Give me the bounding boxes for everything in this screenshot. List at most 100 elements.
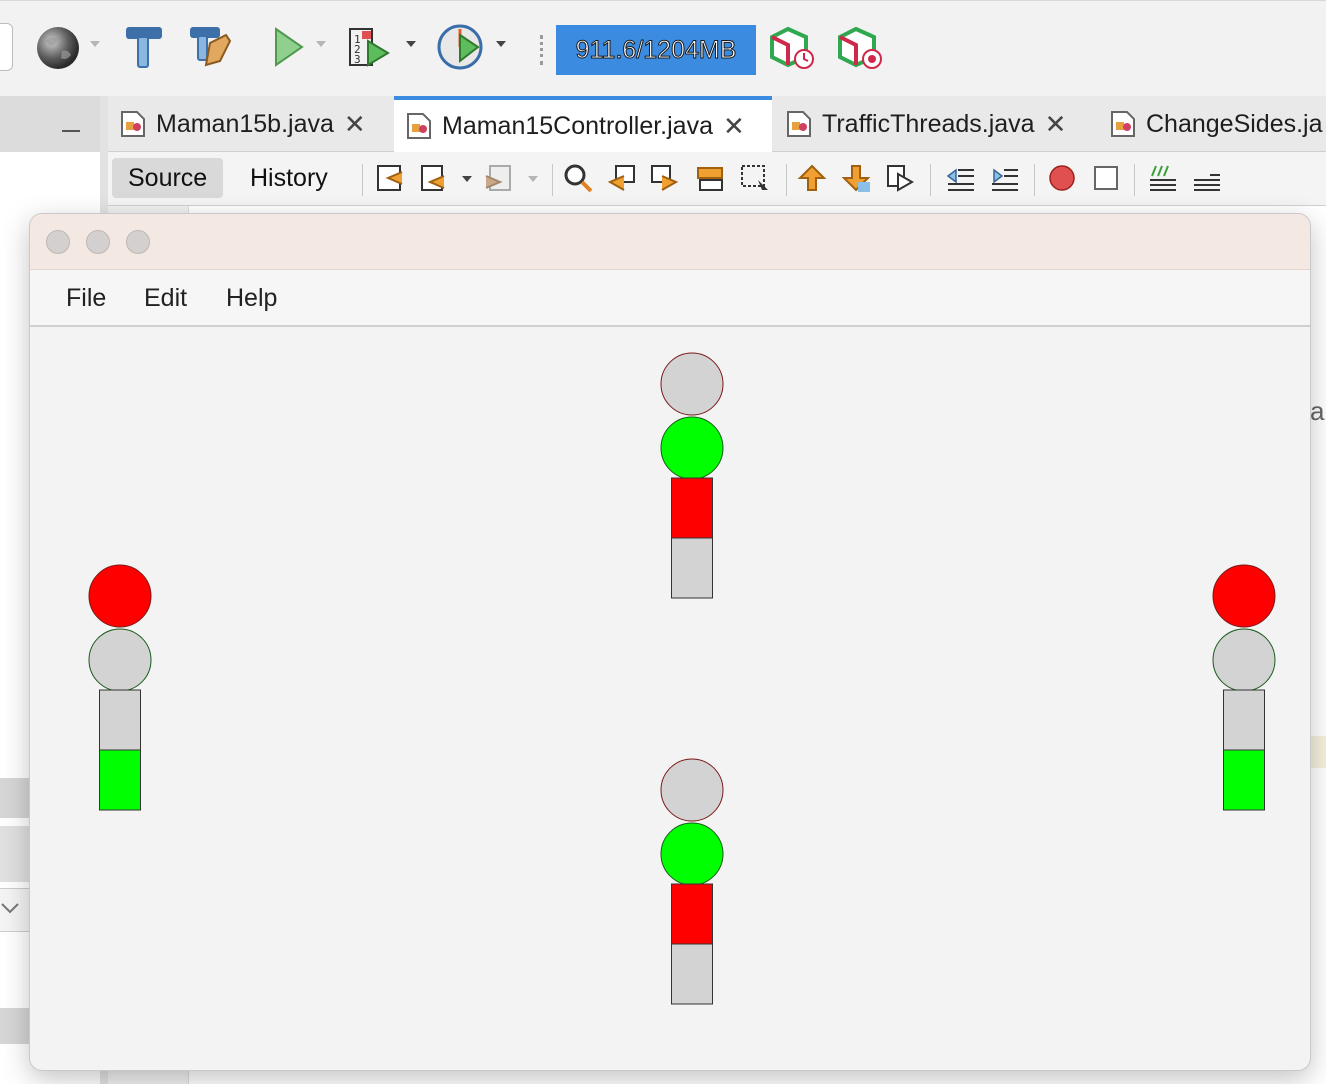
panel-row (0, 826, 32, 882)
tab-label: ChangeSides.ja (1146, 109, 1323, 138)
pedestrian-walk-lamp (99, 749, 141, 811)
memory-usage-indicator[interactable]: 911.6/1204MB (556, 25, 756, 75)
previous-bookmark-icon[interactable] (796, 162, 828, 194)
panel-row (0, 1008, 32, 1044)
window-titlebar[interactable] (30, 214, 1310, 270)
red-lamp (88, 564, 152, 628)
traffic-light-west (88, 564, 152, 811)
toolbar-separator (786, 164, 787, 196)
toolbar-separator (1034, 164, 1035, 196)
back-icon[interactable] (418, 162, 450, 194)
traffic-light-south (660, 758, 724, 1005)
find-next-icon[interactable] (648, 162, 680, 194)
red-lamp (1212, 564, 1276, 628)
traffic-drawing (88, 352, 1276, 1005)
forward-icon[interactable] (482, 162, 514, 194)
toolbar-field-stub[interactable] (0, 23, 13, 71)
pedestrian-stop-lamp (1223, 689, 1265, 751)
tab-close-button[interactable]: ✕ (723, 111, 745, 142)
menu-file[interactable]: File (66, 284, 106, 313)
run-icon[interactable] (262, 21, 314, 73)
history-view-button[interactable]: History (234, 158, 344, 198)
pedestrian-walk-lamp (671, 537, 713, 599)
source-view-button[interactable]: Source (112, 158, 224, 198)
select-rectangle-icon[interactable] (738, 162, 770, 194)
red-lamp (660, 758, 724, 822)
traffic-canvas (30, 327, 1310, 1070)
gc-icon[interactable] (766, 21, 818, 73)
record-macro-icon[interactable] (1046, 162, 1078, 194)
pedestrian-walk-lamp (1223, 749, 1265, 811)
zoom-window-button[interactable] (126, 230, 150, 254)
menu-bar: File Edit Help (30, 270, 1310, 327)
stop-macro-icon[interactable] (1090, 162, 1122, 194)
find-previous-icon[interactable] (606, 162, 638, 194)
search-icon[interactable] (562, 162, 594, 194)
tab-close-button[interactable]: ✕ (344, 109, 366, 140)
green-lamp (88, 628, 152, 692)
panel-expander[interactable] (0, 888, 32, 932)
profiler-snapshot-icon[interactable] (834, 21, 886, 73)
traffic-light-east (1212, 564, 1276, 811)
last-edit-icon[interactable] (374, 162, 406, 194)
tab-trafficthreads[interactable]: TrafficThreads.java ✕ (774, 96, 1096, 152)
hammer-icon[interactable] (118, 21, 170, 73)
pedestrian-stop-lamp (671, 883, 713, 945)
debug-dropdown-arrow[interactable] (406, 41, 416, 47)
editor-source-toolbar: Source History (108, 152, 1326, 206)
profile-dropdown-arrow[interactable] (496, 41, 506, 47)
back-dropdown-arrow[interactable] (462, 176, 472, 182)
globe-dropdown-arrow[interactable] (90, 41, 100, 47)
java-file-icon (1111, 111, 1135, 137)
chevron-down-icon (1, 903, 19, 914)
green-lamp (660, 822, 724, 886)
comment-icon[interactable] (1146, 162, 1178, 194)
next-bookmark-icon[interactable] (840, 162, 872, 194)
clean-build-icon[interactable] (184, 21, 236, 73)
tab-label: TrafficThreads.java (822, 109, 1035, 138)
debug-icon[interactable]: 1 2 3 (344, 21, 396, 73)
green-lamp (660, 416, 724, 480)
profile-icon[interactable] (434, 21, 486, 73)
editor-tabs: Maman15b.java ✕ Maman15Controller.java ✕… (108, 96, 1326, 152)
tab-label: Maman15b.java (156, 109, 334, 138)
tab-close-button[interactable]: ✕ (1045, 109, 1067, 140)
panel-row (0, 778, 32, 818)
tab-changesides[interactable]: ChangeSides.ja (1098, 96, 1326, 152)
shift-left-icon[interactable] (944, 162, 976, 194)
green-lamp (1212, 628, 1276, 692)
close-window-button[interactable] (46, 230, 70, 254)
red-lamp (660, 352, 724, 416)
pedestrian-walk-lamp (671, 943, 713, 1005)
minimize-window-button[interactable] (86, 230, 110, 254)
tab-label: Maman15Controller.java (442, 111, 713, 140)
tab-maman15controller[interactable]: Maman15Controller.java ✕ (394, 96, 772, 152)
traffic-light-north (660, 352, 724, 599)
minimize-panel-button[interactable] (62, 130, 80, 132)
java-file-icon (787, 111, 811, 137)
svg-text:3: 3 (354, 53, 361, 66)
menu-edit[interactable]: Edit (144, 284, 187, 313)
toggle-highlight-icon[interactable] (694, 162, 726, 194)
toolbar-separator (1134, 164, 1135, 196)
pedestrian-stop-lamp (671, 477, 713, 539)
toolbar-separator (362, 164, 363, 196)
uncomment-icon[interactable] (1190, 162, 1222, 194)
toolbar-separator (552, 164, 553, 196)
java-file-icon (121, 111, 145, 137)
toolbar-separator (930, 164, 931, 196)
traffic-app-window: File Edit Help (30, 214, 1310, 1070)
forward-dropdown-arrow[interactable] (528, 176, 538, 182)
projects-panel-header (0, 96, 106, 152)
globe-icon[interactable] (32, 21, 84, 73)
current-line-highlight (1310, 736, 1326, 768)
code-text-fragment: a (1310, 396, 1325, 426)
shift-right-icon[interactable] (988, 162, 1020, 194)
java-file-icon (407, 113, 431, 139)
pedestrian-stop-lamp (99, 689, 141, 751)
toolbar-separator (540, 35, 546, 65)
tab-maman15b[interactable]: Maman15b.java ✕ (108, 96, 392, 152)
run-dropdown-arrow[interactable] (316, 41, 326, 47)
toggle-bookmark-icon[interactable] (884, 162, 916, 194)
menu-help[interactable]: Help (226, 284, 277, 313)
